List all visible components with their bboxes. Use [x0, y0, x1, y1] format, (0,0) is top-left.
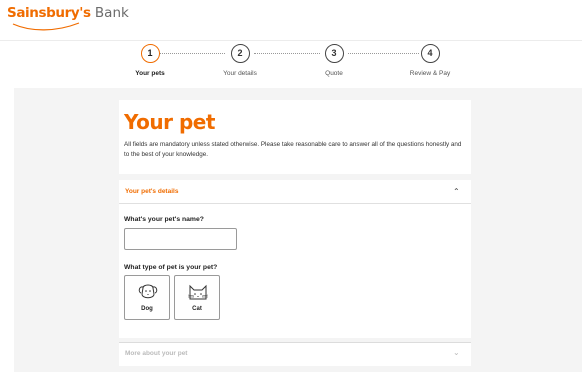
logo-brand-text: Sainsbury's: [7, 5, 91, 21]
step-your-details: 2 Your details: [200, 44, 280, 77]
site-header: Sainsbury's Bank: [0, 0, 582, 41]
step-number: 3: [324, 44, 344, 63]
more-about-pet-accordion-header[interactable]: More about your pet ⌄: [119, 342, 471, 366]
step-label: Your pets: [135, 70, 165, 77]
step-review-pay: 4 Review & Pay: [390, 44, 470, 77]
dog-icon: [138, 284, 158, 299]
cat-icon: [187, 284, 209, 300]
logo-bank-text: Bank: [94, 5, 129, 21]
pet-type-label: What type of pet is your pet?: [124, 264, 218, 271]
section-title: Your pet's details: [125, 188, 179, 195]
pet-type-label: Dog: [141, 306, 153, 312]
step-quote: 3 Quote: [294, 44, 374, 77]
pet-details-section: Your pet's details ⌃ What's your pet's n…: [119, 180, 471, 338]
step-label: Review & Pay: [409, 70, 451, 77]
chevron-up-icon[interactable]: ⌃: [453, 187, 460, 196]
step-number: 2: [230, 44, 250, 63]
section-title: More about your pet: [125, 350, 188, 357]
progress-stepper: 1 Your pets 2 Your details 3 Quote 4 Rev…: [110, 44, 480, 84]
step-number: 4: [420, 44, 440, 63]
pet-name-label: What's your pet's name?: [124, 216, 204, 223]
step-your-pets: 1 Your pets: [110, 44, 190, 77]
pet-type-dog-button[interactable]: Dog: [124, 275, 170, 320]
sainsburys-bank-logo[interactable]: Sainsbury's Bank: [7, 5, 129, 37]
logo-swoosh-icon: [12, 22, 80, 31]
pet-name-input[interactable]: [124, 228, 237, 250]
step-label: Your details: [223, 70, 257, 77]
pet-details-accordion-header[interactable]: Your pet's details ⌃: [119, 180, 471, 204]
step-number: 1: [140, 44, 160, 63]
chevron-down-icon[interactable]: ⌄: [453, 348, 460, 357]
step-label: Quote: [325, 70, 343, 77]
intro-description: All fields are mandatory unless stated o…: [124, 141, 462, 158]
page-title: Your pet: [124, 110, 215, 134]
pet-type-label: Cat: [192, 306, 202, 312]
intro-card: Your pet All fields are mandatory unless…: [119, 100, 471, 174]
pet-type-cat-button[interactable]: Cat: [174, 275, 220, 320]
